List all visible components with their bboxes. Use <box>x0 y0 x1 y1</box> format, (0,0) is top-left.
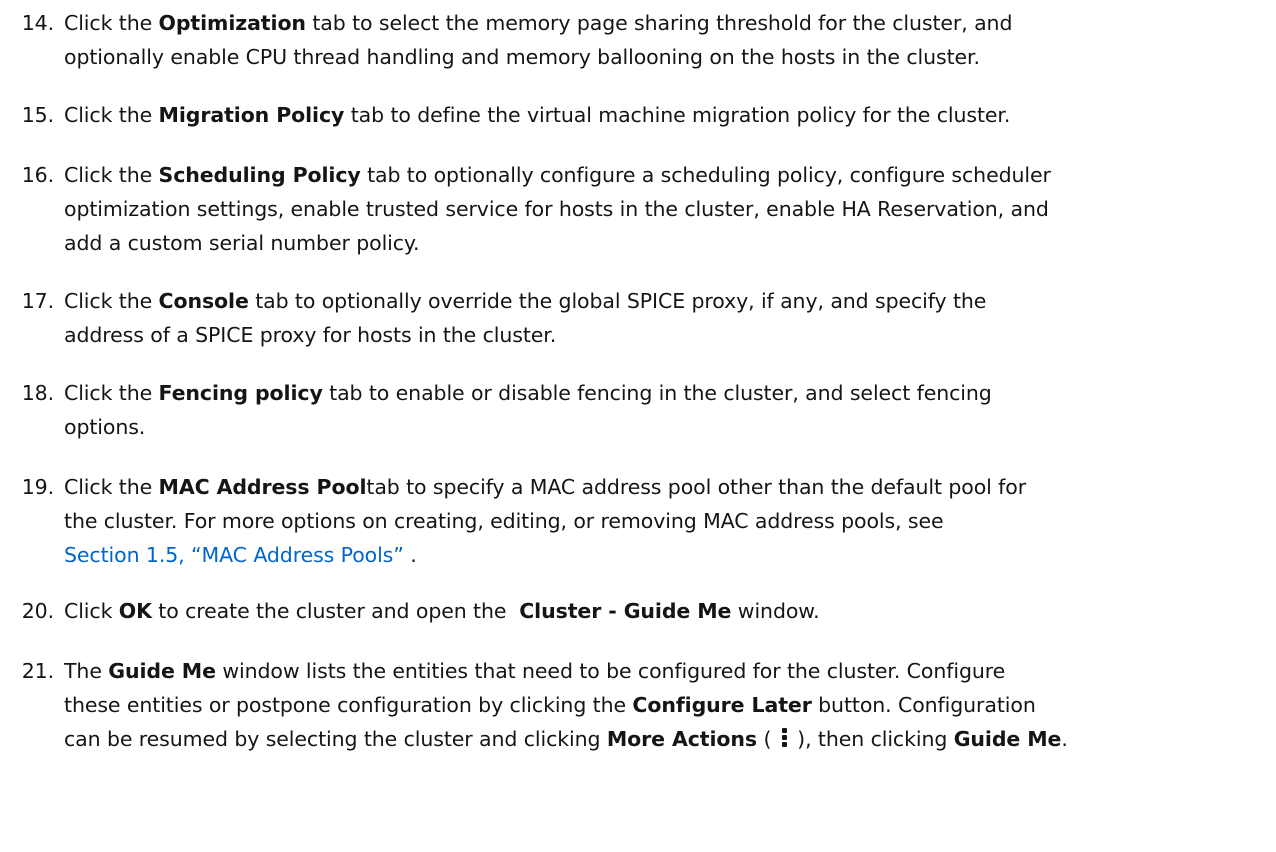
step-text: Click the Migration Policy tab to define… <box>64 98 1264 132</box>
text-segment: Click the <box>64 475 159 499</box>
step-text: The Guide Me window lists the entities t… <box>64 654 1264 756</box>
text-line: add a custom serial number policy. <box>64 226 1264 260</box>
text-segment: options. <box>64 415 146 439</box>
step-text: Click OK to create the cluster and open … <box>64 594 1264 628</box>
text-segment: window. <box>731 599 820 623</box>
ui-label-emphasis: More Actions <box>606 727 758 751</box>
text-segment: tab to specify a MAC address pool other … <box>366 475 1027 499</box>
list-item: 21. The Guide Me window lists the entitie… <box>0 654 1276 756</box>
list-item: 16. Click the Scheduling Policy tab to op… <box>0 158 1276 260</box>
ui-label-emphasis: Guide Me <box>108 659 216 683</box>
text-segment: Click the <box>64 289 159 313</box>
text-line: these entities or postpone configuration… <box>64 688 1264 722</box>
ui-label-emphasis: Fencing policy <box>158 381 323 405</box>
text-segment: tab to enable or disable fencing in the … <box>322 381 992 405</box>
text-segment: . <box>1061 727 1068 751</box>
text-segment: button. Configuration <box>811 693 1036 717</box>
text-segment: Click the <box>64 381 159 405</box>
step-number: 20. <box>21 599 54 623</box>
ui-label-emphasis: OK <box>118 599 152 623</box>
step-text: Click the Console tab to optionally over… <box>64 284 1264 352</box>
ui-label-emphasis: Optimization <box>158 11 306 35</box>
text-segment: Click the <box>64 103 159 127</box>
step-number: 15. <box>21 103 54 127</box>
section-link[interactable]: Section 1.5, “MAC Address Pools” <box>64 543 410 567</box>
text-segment: ), then clicking <box>790 727 954 751</box>
text-segment: The <box>64 659 109 683</box>
text-line: Click the Console tab to optionally over… <box>64 284 1264 318</box>
text-line: Click the Fencing policy tab to enable o… <box>64 376 1264 410</box>
text-segment: Click the <box>64 163 159 187</box>
text-segment: add a custom serial number policy. <box>64 231 420 255</box>
text-segment: window lists the entities that need to b… <box>215 659 1006 683</box>
step-text: Click the Fencing policy tab to enable o… <box>64 376 1264 444</box>
text-segment: can be resumed by selecting the cluster … <box>64 727 607 751</box>
step-number: 16. <box>21 163 54 187</box>
list-item: 20. Click OK to create the cluster and op… <box>0 594 1276 628</box>
text-segment: address of a SPICE proxy for hosts in th… <box>64 323 557 347</box>
text-segment: tab to optionally override the global SP… <box>248 289 987 313</box>
text-line: Section 1.5, “MAC Address Pools” . <box>64 538 1264 572</box>
step-text: Click the Optimization tab to select the… <box>64 6 1264 74</box>
text-segment: ( <box>757 727 778 751</box>
text-line: Click OK to create the cluster and open … <box>64 594 1264 628</box>
text-line: address of a SPICE proxy for hosts in th… <box>64 318 1264 352</box>
text-line: The Guide Me window lists the entities t… <box>64 654 1264 688</box>
ui-label-emphasis: Migration Policy <box>158 103 345 127</box>
ui-label-emphasis: Scheduling Policy <box>158 163 361 187</box>
text-segment: these entities or postpone configuration… <box>64 693 633 717</box>
text-segment: Click <box>64 599 119 623</box>
text-line: can be resumed by selecting the cluster … <box>64 722 1264 756</box>
kebab-icon <box>781 726 788 748</box>
text-segment: . <box>410 543 417 567</box>
step-text: Click the MAC Address Pooltab to specify… <box>64 470 1264 572</box>
text-line: optionally enable CPU thread handling an… <box>64 40 1264 74</box>
step-number: 18. <box>21 381 54 405</box>
text-line: optimization settings, enable trusted se… <box>64 192 1264 226</box>
step-number: 14. <box>21 11 54 35</box>
text-line: Click the Scheduling Policy tab to optio… <box>64 158 1264 192</box>
text-segment: tab to optionally configure a scheduling… <box>360 163 1051 187</box>
list-item: 14. Click the Optimization tab to select … <box>0 6 1276 74</box>
ui-label-emphasis: Guide Me <box>953 727 1062 751</box>
text-segment: the cluster. For more options on creatin… <box>64 509 944 533</box>
ui-label-emphasis: MAC Address Pool <box>158 475 367 499</box>
text-segment: optionally enable CPU thread handling an… <box>64 45 980 69</box>
ui-label-emphasis: Console <box>158 289 249 313</box>
list-item: 17. Click the Console tab to optionally o… <box>0 284 1276 352</box>
ui-label-emphasis: Cluster - Guide Me <box>519 599 732 623</box>
text-line: Click the Migration Policy tab to define… <box>64 98 1264 132</box>
list-item: 15. Click the Migration Policy tab to def… <box>0 98 1276 132</box>
text-line: Click the Optimization tab to select the… <box>64 6 1264 40</box>
text-segment: to create the cluster and open the <box>151 599 520 623</box>
step-number: 21. <box>21 659 54 683</box>
step-text: Click the Scheduling Policy tab to optio… <box>64 158 1264 260</box>
text-segment: Click the <box>64 11 159 35</box>
text-segment: tab to define the virtual machine migrat… <box>344 103 1011 127</box>
ui-label-emphasis: Configure Later <box>632 693 812 717</box>
text-segment: tab to select the memory page sharing th… <box>305 11 1013 35</box>
list-item: 18. Click the Fencing policy tab to enabl… <box>0 376 1276 444</box>
step-number: 17. <box>21 289 54 313</box>
text-segment: optimization settings, enable trusted se… <box>64 197 1049 221</box>
step-number: 19. <box>21 475 54 499</box>
text-line: Click the MAC Address Pooltab to specify… <box>64 470 1264 504</box>
list-item: 19. Click the MAC Address Pooltab to spec… <box>0 470 1276 572</box>
text-line: the cluster. For more options on creatin… <box>64 504 1264 538</box>
text-line: options. <box>64 410 1264 444</box>
